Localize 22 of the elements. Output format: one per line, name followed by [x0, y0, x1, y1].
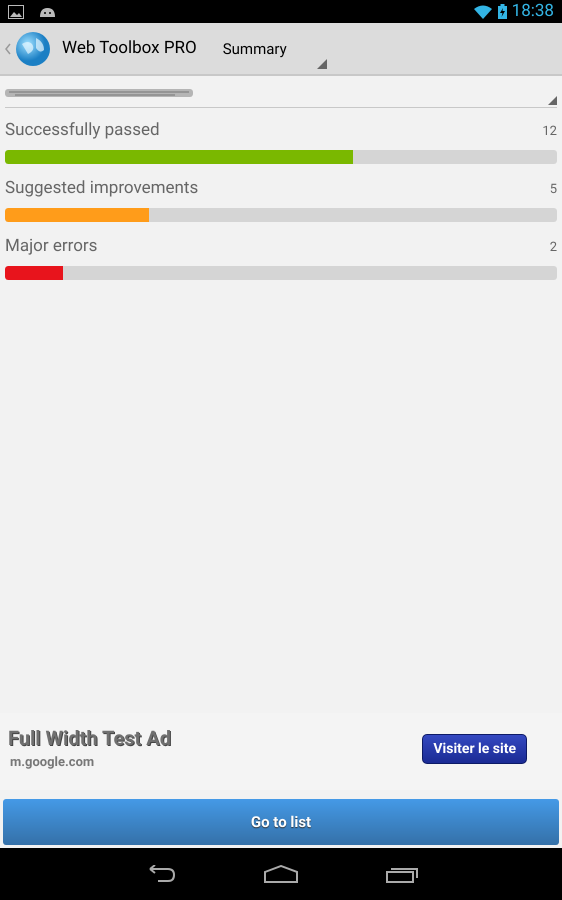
view-spinner[interactable]: Summary: [222, 22, 327, 75]
result-label: Successfully passed: [5, 119, 160, 142]
recent-apps-icon[interactable]: [386, 865, 418, 883]
result-label: Major errors: [5, 235, 98, 258]
wifi-icon: [474, 4, 492, 18]
home-icon[interactable]: [264, 865, 298, 883]
go-to-list-button[interactable]: Go to list: [3, 799, 559, 845]
dropdown-corner-icon: [316, 59, 327, 69]
battery-icon: [498, 4, 507, 19]
visit-site-button[interactable]: Visiter le site: [422, 734, 527, 764]
clock-time: 18:38: [512, 0, 554, 23]
ad-title: Full Width Test Ad: [8, 725, 171, 752]
android-icon: [39, 6, 56, 18]
ad-url: m.google.com: [10, 754, 96, 772]
dropdown-corner-icon: [548, 96, 557, 105]
result-label: Suggested improvements: [5, 177, 198, 200]
result-count: 12: [542, 123, 557, 141]
result-count: 2: [550, 239, 557, 257]
picture-notification-icon: [8, 4, 24, 18]
globe-icon[interactable]: [14, 30, 52, 68]
app-title: Web Toolbox PRO: [62, 36, 197, 60]
result-count: 5: [550, 181, 557, 199]
